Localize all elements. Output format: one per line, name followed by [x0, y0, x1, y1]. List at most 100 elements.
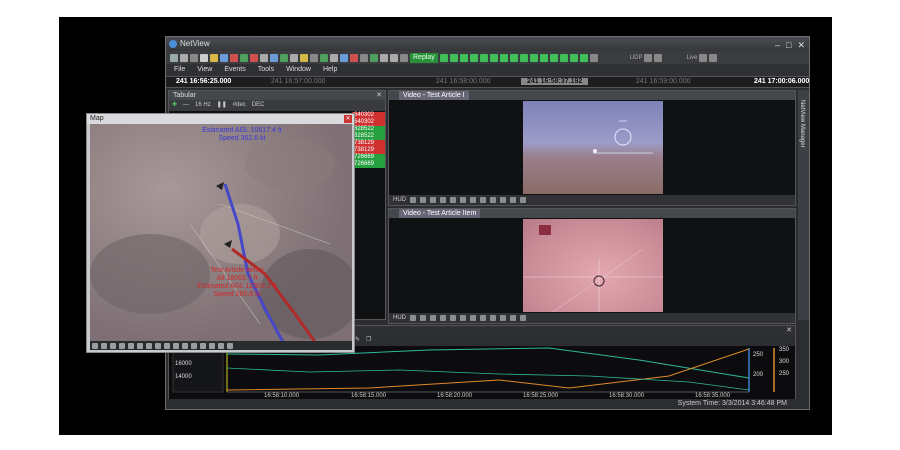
video-icon[interactable]: [290, 53, 298, 62]
layout-icon[interactable]: [310, 53, 318, 62]
brightness-icon[interactable]: [480, 315, 486, 321]
hud-toggle-2[interactable]: HUD: [393, 313, 406, 323]
track-icon[interactable]: [182, 342, 188, 349]
pause-icon[interactable]: ❚❚: [217, 100, 227, 111]
print-icon[interactable]: [390, 53, 398, 62]
stop-icon[interactable]: [250, 53, 258, 62]
map-icon[interactable]: [280, 53, 288, 62]
wrench-icon[interactable]: [510, 315, 516, 321]
step-forward-icon[interactable]: [499, 53, 508, 62]
globe-icon[interactable]: [200, 342, 206, 349]
remove-icon[interactable]: —: [183, 100, 189, 111]
udp-button[interactable]: UDP: [630, 55, 643, 61]
event-icon[interactable]: [300, 53, 308, 62]
wrench-icon[interactable]: ✎: [355, 335, 360, 346]
rotate-icon[interactable]: [450, 197, 456, 203]
zoom-fit-icon[interactable]: [440, 197, 446, 203]
slow-icon[interactable]: [539, 53, 548, 62]
hud-toggle-1[interactable]: HUD: [393, 195, 406, 205]
save-icon[interactable]: [220, 53, 228, 62]
table-icon[interactable]: [260, 53, 268, 62]
pointer-tool-icon[interactable]: [170, 53, 178, 62]
rate-select[interactable]: 16 Hz: [195, 100, 211, 111]
pane-close-icon[interactable]: ✕: [376, 91, 382, 100]
zoom-out-icon[interactable]: [110, 342, 116, 349]
jump-icon[interactable]: [559, 53, 568, 62]
arrow-up-icon[interactable]: [119, 342, 125, 349]
copy-icon[interactable]: [520, 315, 526, 321]
undo-icon[interactable]: [180, 53, 188, 62]
map-close-icon[interactable]: ✕: [344, 115, 352, 123]
eye-icon[interactable]: [470, 315, 476, 321]
network-icon[interactable]: [644, 53, 653, 62]
format-select[interactable]: #dec: [233, 100, 246, 111]
live-button[interactable]: Live: [686, 55, 697, 61]
link-icon[interactable]: [330, 53, 338, 62]
satellite-map[interactable]: [90, 124, 352, 342]
sync-icon[interactable]: [320, 53, 328, 62]
copy-icon[interactable]: [218, 342, 224, 349]
bookmark-icon[interactable]: [569, 53, 578, 62]
menu-window[interactable]: Window: [286, 64, 311, 76]
timeline-bar[interactable]: 241 16:56:25.000 241 16:57:00.000 241 16…: [166, 76, 809, 88]
fast-forward-icon[interactable]: [489, 53, 498, 62]
pause-icon[interactable]: [410, 197, 416, 203]
close-icon[interactable]: ✕: [797, 38, 805, 52]
split-icon[interactable]: [360, 53, 368, 62]
zoom-out-icon[interactable]: [430, 197, 436, 203]
new-icon[interactable]: [200, 53, 208, 62]
maximize-icon[interactable]: □: [786, 38, 791, 52]
arrow-left-icon[interactable]: [137, 342, 143, 349]
wrench-icon[interactable]: [510, 197, 516, 203]
skip-end-icon[interactable]: [509, 53, 518, 62]
step-back-icon[interactable]: [449, 53, 458, 62]
pause-icon[interactable]: [410, 315, 416, 321]
menu-view[interactable]: View: [197, 64, 212, 76]
map-titlebar[interactable]: Map ✕: [87, 114, 354, 124]
timeline-current[interactable]: 241 16:58:37.192: [521, 78, 589, 85]
options-icon[interactable]: [589, 53, 598, 62]
tools-icon[interactable]: [155, 342, 161, 349]
arrow-right-icon[interactable]: [146, 342, 152, 349]
menu-tools[interactable]: Tools: [258, 64, 274, 76]
live-stop-icon[interactable]: [709, 53, 718, 62]
copy-icon[interactable]: ❐: [366, 335, 371, 346]
zoom-in-icon[interactable]: [420, 197, 426, 203]
grid-icon[interactable]: [500, 197, 506, 203]
add-icon[interactable]: ✚: [172, 100, 177, 111]
pane-close-icon[interactable]: ✕: [786, 326, 792, 335]
arrow-down-icon[interactable]: [128, 342, 134, 349]
menu-file[interactable]: File: [174, 64, 185, 76]
replay-button[interactable]: Replay: [410, 52, 438, 63]
rewind-icon[interactable]: [459, 53, 468, 62]
minimize-icon[interactable]: –: [775, 38, 780, 52]
wrench-icon[interactable]: [227, 342, 233, 349]
target-icon[interactable]: [173, 342, 179, 349]
netview-manager-panel[interactable]: NetView Manager: [798, 90, 809, 320]
loop-icon[interactable]: [519, 53, 528, 62]
sync-time-icon[interactable]: [579, 53, 588, 62]
check-icon[interactable]: [460, 315, 466, 321]
check-icon[interactable]: [460, 197, 466, 203]
mark-icon[interactable]: [549, 53, 558, 62]
export-icon[interactable]: [380, 53, 388, 62]
video-tab-1[interactable]: Video - Test Article I: [399, 91, 469, 100]
zoom-in-icon[interactable]: [420, 315, 426, 321]
video-tab-2[interactable]: Video - Test Article Item: [399, 209, 481, 218]
settings-gear-icon[interactable]: [400, 53, 408, 62]
pause-icon[interactable]: [479, 53, 488, 62]
record-icon[interactable]: [230, 53, 238, 62]
globe-icon[interactable]: [92, 342, 98, 349]
chart-icon[interactable]: [270, 53, 278, 62]
connect-icon[interactable]: [654, 53, 663, 62]
play-icon[interactable]: [469, 53, 478, 62]
redo-icon[interactable]: [190, 53, 198, 62]
zoom-in-icon[interactable]: [101, 342, 107, 349]
data-icon[interactable]: [340, 53, 348, 62]
menu-events[interactable]: Events: [224, 64, 245, 76]
menu-help[interactable]: Help: [323, 64, 337, 76]
run-icon[interactable]: [370, 53, 378, 62]
ruler-icon[interactable]: [191, 342, 197, 349]
brightness-icon[interactable]: [480, 197, 486, 203]
alarm-icon[interactable]: [350, 53, 358, 62]
